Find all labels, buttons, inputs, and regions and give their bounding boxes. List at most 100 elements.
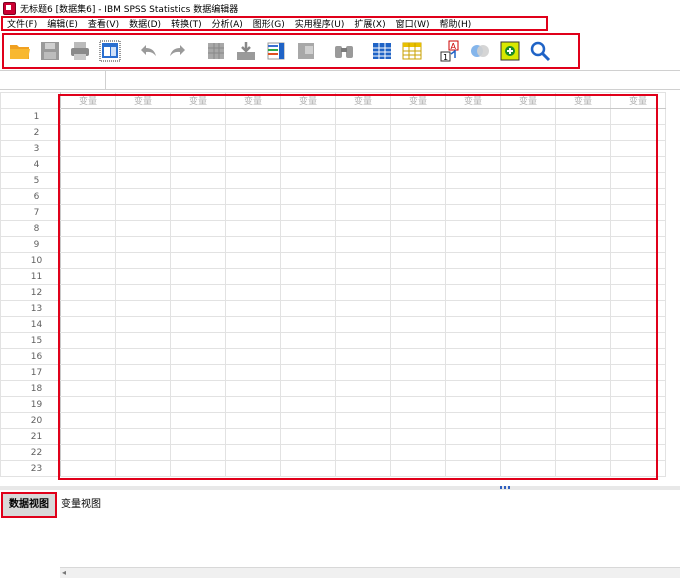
data-cell[interactable] — [115, 220, 171, 237]
data-cell[interactable] — [280, 188, 336, 205]
column-header[interactable]: 变量 — [170, 92, 226, 109]
data-cell[interactable] — [115, 252, 171, 269]
data-cell[interactable] — [170, 140, 226, 157]
data-cell[interactable] — [500, 220, 556, 237]
data-cell[interactable] — [500, 252, 556, 269]
data-cell[interactable] — [610, 284, 666, 301]
data-cell[interactable] — [445, 444, 501, 461]
data-cell[interactable] — [335, 252, 391, 269]
data-cell[interactable] — [610, 428, 666, 445]
data-cell[interactable] — [390, 444, 446, 461]
data-cell[interactable] — [170, 428, 226, 445]
data-cell[interactable] — [610, 236, 666, 253]
row-number[interactable]: 15 — [0, 332, 61, 349]
row-number[interactable]: 4 — [0, 156, 61, 173]
data-cell[interactable] — [280, 172, 336, 189]
data-cell[interactable] — [500, 300, 556, 317]
data-cell[interactable] — [445, 332, 501, 349]
data-cell[interactable] — [170, 300, 226, 317]
data-cell[interactable] — [500, 380, 556, 397]
row-number[interactable]: 11 — [0, 268, 61, 285]
column-header[interactable]: 变量 — [335, 92, 391, 109]
data-cell[interactable] — [60, 316, 116, 333]
data-cell[interactable] — [60, 220, 116, 237]
data-cell[interactable] — [610, 188, 666, 205]
spell-check-icon[interactable] — [528, 39, 552, 63]
data-cell[interactable] — [390, 124, 446, 141]
data-cell[interactable] — [225, 316, 281, 333]
data-cell[interactable] — [500, 140, 556, 157]
data-cell[interactable] — [390, 364, 446, 381]
data-cell[interactable] — [555, 236, 611, 253]
data-cell[interactable] — [225, 124, 281, 141]
data-cell[interactable] — [170, 108, 226, 125]
data-cell[interactable] — [610, 348, 666, 365]
data-cell[interactable] — [225, 348, 281, 365]
row-number[interactable]: 16 — [0, 348, 61, 365]
data-cell[interactable] — [445, 204, 501, 221]
column-header[interactable]: 变量 — [60, 92, 116, 109]
row-number[interactable]: 9 — [0, 236, 61, 253]
data-cell[interactable] — [225, 188, 281, 205]
data-cell[interactable] — [555, 396, 611, 413]
data-cell[interactable] — [280, 316, 336, 333]
data-cell[interactable] — [555, 204, 611, 221]
menu-graphs[interactable]: 图形(G) — [249, 17, 291, 30]
data-cell[interactable] — [610, 268, 666, 285]
horizontal-scrollbar[interactable]: ◂ — [60, 567, 680, 578]
data-cell[interactable] — [335, 348, 391, 365]
data-cell[interactable] — [280, 380, 336, 397]
goto-case-icon[interactable] — [204, 39, 228, 63]
data-cell[interactable] — [60, 460, 116, 477]
data-cell[interactable] — [225, 284, 281, 301]
data-cell[interactable] — [225, 364, 281, 381]
data-cell[interactable] — [610, 396, 666, 413]
row-number[interactable]: 8 — [0, 220, 61, 237]
data-cell[interactable] — [225, 140, 281, 157]
data-cell[interactable] — [170, 396, 226, 413]
data-cell[interactable] — [115, 172, 171, 189]
menu-transform[interactable]: 转换(T) — [167, 17, 208, 30]
column-header[interactable]: 变量 — [115, 92, 171, 109]
column-header[interactable]: 变量 — [225, 92, 281, 109]
menu-data[interactable]: 数据(D) — [125, 17, 167, 30]
redo-icon[interactable] — [166, 39, 190, 63]
data-cell[interactable] — [335, 188, 391, 205]
data-cell[interactable] — [390, 332, 446, 349]
data-cell[interactable] — [555, 188, 611, 205]
data-cell[interactable] — [115, 268, 171, 285]
data-cell[interactable] — [555, 428, 611, 445]
data-cell[interactable] — [335, 380, 391, 397]
menu-extensions[interactable]: 扩展(X) — [350, 17, 391, 30]
data-cell[interactable] — [170, 252, 226, 269]
row-number[interactable]: 6 — [0, 188, 61, 205]
data-cell[interactable] — [225, 204, 281, 221]
data-cell[interactable] — [390, 300, 446, 317]
data-cell[interactable] — [115, 300, 171, 317]
data-cell[interactable] — [60, 108, 116, 125]
data-cell[interactable] — [115, 188, 171, 205]
data-cell[interactable] — [555, 124, 611, 141]
data-cell[interactable] — [610, 460, 666, 477]
data-cell[interactable] — [445, 236, 501, 253]
data-cell[interactable] — [500, 108, 556, 125]
data-cell[interactable] — [225, 460, 281, 477]
data-cell[interactable] — [60, 300, 116, 317]
column-header[interactable]: 变量 — [500, 92, 556, 109]
data-cell[interactable] — [390, 316, 446, 333]
data-cell[interactable] — [335, 156, 391, 173]
data-cell[interactable] — [280, 108, 336, 125]
data-cell[interactable] — [280, 300, 336, 317]
menu-view[interactable]: 查看(V) — [84, 17, 125, 30]
data-cell[interactable] — [170, 220, 226, 237]
row-number[interactable]: 22 — [0, 444, 61, 461]
data-cell[interactable] — [280, 284, 336, 301]
data-cell[interactable] — [555, 316, 611, 333]
data-cell[interactable] — [335, 412, 391, 429]
data-cell[interactable] — [170, 332, 226, 349]
data-cell[interactable] — [445, 108, 501, 125]
data-cell[interactable] — [115, 380, 171, 397]
scroll-left-icon[interactable]: ◂ — [62, 568, 66, 577]
data-cell[interactable] — [225, 268, 281, 285]
data-cell[interactable] — [610, 444, 666, 461]
